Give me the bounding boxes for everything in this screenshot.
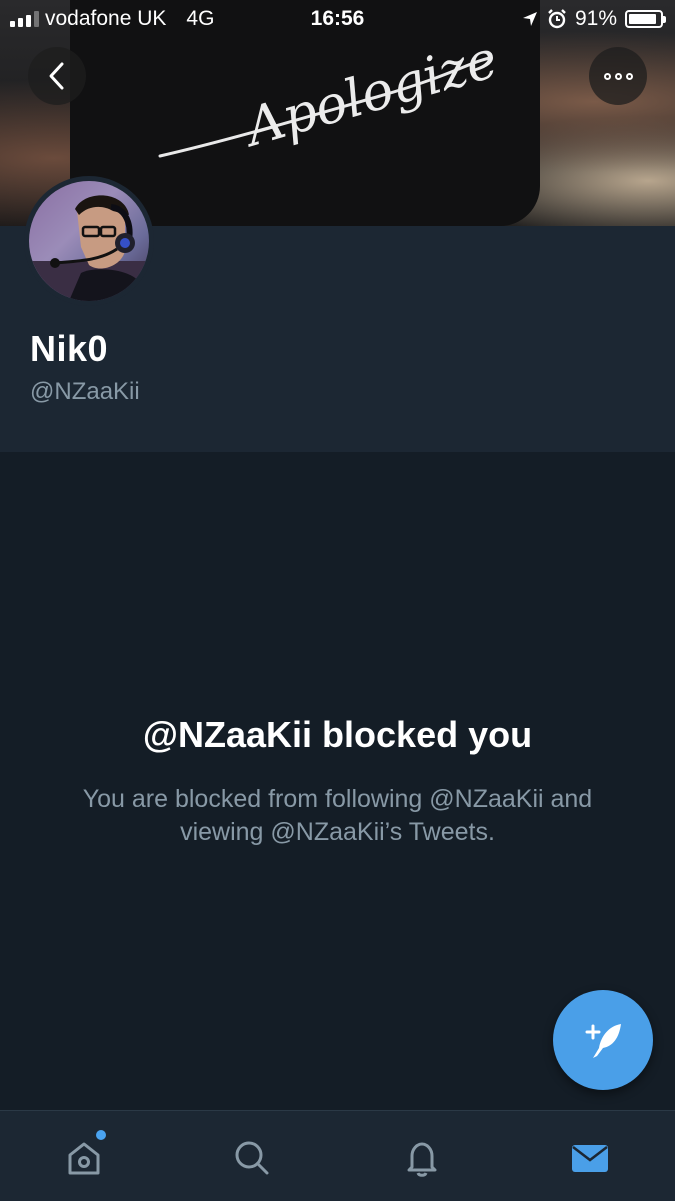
search-icon (235, 1141, 269, 1175)
blocked-message: You are blocked from following @NZaaKii … (82, 785, 593, 846)
battery-icon (625, 10, 666, 28)
blocked-title: @NZaaKii blocked you (142, 714, 533, 755)
banner-script-image: Apologize (158, 30, 505, 160)
banner-script-text: Apologize (236, 30, 505, 160)
battery-percent: 91% (574, 7, 617, 30)
tab-home[interactable] (54, 1130, 114, 1183)
home-badge-dot (96, 1130, 106, 1140)
compose-tweet-button[interactable] (553, 990, 653, 1090)
location-arrow-icon (522, 12, 537, 26)
profile-display-name: Nik0 (30, 328, 109, 369)
back-button[interactable] (28, 47, 86, 105)
compose-quill-icon (585, 1024, 621, 1058)
avatar-photo (29, 195, 149, 301)
alarm-icon (548, 9, 566, 29)
avatar[interactable] (24, 176, 154, 306)
profile-handle: @NZaaKii (30, 378, 140, 405)
bottom-tab-bar (0, 1110, 675, 1201)
more-dots-icon (603, 72, 633, 80)
tab-notifications[interactable] (392, 1133, 452, 1183)
home-icon (68, 1142, 100, 1175)
tab-search[interactable] (222, 1133, 282, 1183)
bell-icon (407, 1142, 437, 1177)
status-bar: vodafone UK 4G 16:56 91% (0, 0, 675, 38)
mail-icon (572, 1145, 608, 1172)
more-options-button[interactable] (589, 47, 647, 105)
chevron-left-icon (49, 62, 64, 90)
tab-messages[interactable] (560, 1133, 620, 1183)
